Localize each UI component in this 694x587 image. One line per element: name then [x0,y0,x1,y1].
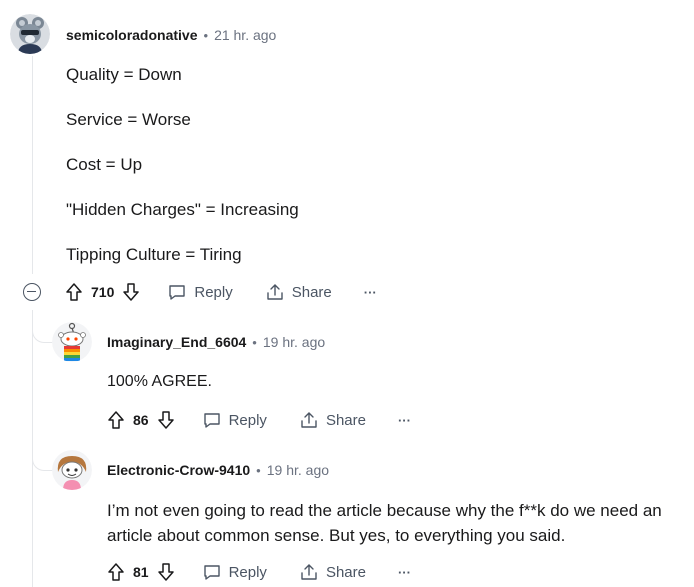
comment-actions: 81 Reply Share ··· [106,558,411,586]
thread-branch [32,442,53,471]
avatar[interactable] [52,322,92,362]
downvote-button[interactable] [156,562,176,582]
avatar[interactable] [10,14,50,54]
separator-dot: • [203,27,209,43]
arrow-down-icon [123,283,140,301]
vote-score: 81 [133,564,149,580]
more-options-icon: ··· [397,412,411,428]
upvote-button[interactable] [106,562,126,582]
author-name[interactable]: Imaginary_End_6604 [107,334,246,350]
reply-button[interactable]: Reply [202,410,267,430]
comment-text: 100% AGREE. [107,373,212,390]
separator-dot: • [252,334,257,350]
share-label: Share [291,283,332,301]
more-options-button[interactable]: ··· [364,285,377,300]
more-options-icon: ··· [397,564,411,580]
share-button[interactable]: Share [299,562,366,582]
share-button[interactable]: Share [299,410,366,430]
avatar[interactable] [52,450,92,490]
upvote-button[interactable] [106,410,126,430]
share-icon [301,564,317,580]
arrow-down-icon [157,563,174,581]
timestamp[interactable]: 19 hr. ago [263,334,325,350]
more-options-icon: ··· [363,284,377,300]
comment-line: Quality = Down [66,65,182,84]
more-options-button[interactable]: ··· [398,565,411,580]
vote-score: 710 [91,284,115,300]
share-icon [301,412,317,428]
separator-dot: • [256,462,261,478]
comment-header: Electronic-Crow-9410 • 19 hr. ago [107,462,329,478]
chat-bubble-icon [203,413,220,428]
timestamp[interactable]: 19 hr. ago [267,462,329,478]
collapse-thread-button[interactable] [23,283,41,301]
share-label: Share [325,563,366,581]
reply-button[interactable]: Reply [167,282,233,302]
comment-line: Service = Worse [66,110,191,129]
chat-bubble-icon [203,565,220,580]
reply-label: Reply [228,411,267,429]
comment-header: Imaginary_End_6604 • 19 hr. ago [107,334,325,350]
comment-actions: 710 Reply Share ··· [64,278,377,306]
arrow-down-icon [157,411,174,429]
arrow-up-icon [66,283,82,301]
author-name[interactable]: Electronic-Crow-9410 [107,462,250,478]
reply-label: Reply [228,563,267,581]
vote-score: 86 [133,412,149,428]
thread-branch [32,318,53,343]
thread-line [32,56,33,274]
arrow-up-icon [108,411,124,429]
reply-button[interactable]: Reply [202,562,267,582]
comment-actions: 86 Reply Share ··· [106,406,411,434]
share-icon [267,284,283,300]
downvote-button[interactable] [156,410,176,430]
chat-bubble-icon [169,285,186,300]
comment-text: I’m not even going to read the article b… [107,501,662,545]
reply-label: Reply [194,283,233,301]
timestamp[interactable]: 21 hr. ago [214,27,276,43]
comment-line: Cost = Up [66,155,143,174]
comment-header: semicoloradonative • 21 hr. ago [66,27,276,43]
upvote-button[interactable] [64,282,84,302]
downvote-button[interactable] [121,282,141,302]
share-label: Share [325,411,366,429]
author-name[interactable]: semicoloradonative [66,27,198,43]
arrow-up-icon [108,563,124,581]
comment-line: "Hidden Charges" = Increasing [66,200,299,219]
share-button[interactable]: Share [265,282,332,302]
more-options-button[interactable]: ··· [398,413,411,428]
comment-line: Tipping Culture = Tiring [66,245,242,264]
